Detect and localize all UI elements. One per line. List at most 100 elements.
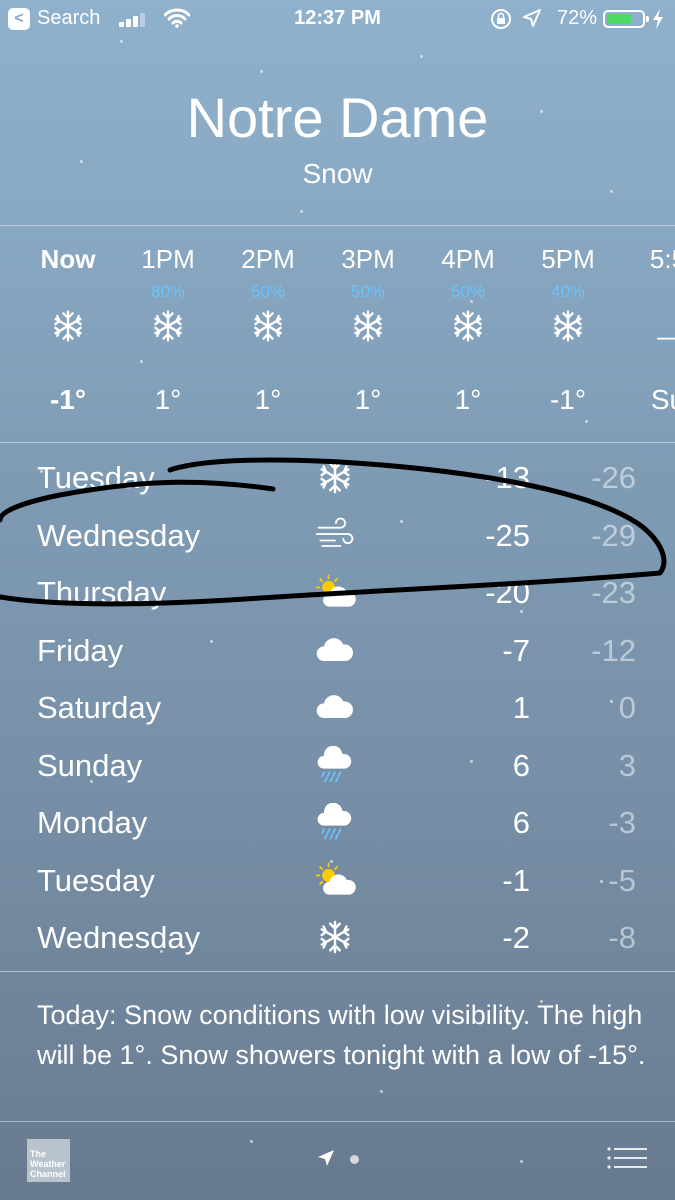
precip-chance: 50% [250, 282, 286, 301]
daily-row: Thursday -20 -23 [0, 565, 675, 623]
high-temperature: 1 [512, 690, 530, 725]
low-temperature: -5 [608, 862, 636, 898]
snow-speck [470, 760, 473, 763]
partly-sunny-icon [313, 573, 361, 615]
snow-speck [520, 1160, 523, 1163]
hour-column: 1PM 80% 1° [118, 226, 218, 442]
daily-row: Tuesday -1 -5 [0, 853, 675, 911]
snowflake-icon [218, 308, 318, 348]
high-temperature: -20 [485, 575, 530, 610]
hour-temperature: 1° [254, 384, 282, 415]
daily-divider [0, 971, 675, 972]
snow-speck [610, 700, 613, 703]
hour-time: 2PM [241, 244, 295, 274]
partly-sunny-icon [313, 861, 361, 903]
snow-speck [420, 55, 423, 58]
daily-row: Tuesday -13 -26 [0, 450, 675, 508]
snow-speck [520, 610, 523, 613]
wind-icon [313, 516, 361, 558]
orientation-lock-icon [491, 9, 511, 29]
high-temperature: -13 [485, 460, 530, 495]
hour-column: Now -1° [18, 226, 118, 442]
low-temperature: 0 [618, 690, 636, 725]
hour-time: 5:5 [649, 244, 675, 274]
snow-speck [300, 210, 303, 213]
hour-column: 4PM 50% 1° [418, 226, 518, 442]
status-bar: < Search 12:37 PM 72% [0, 0, 675, 38]
snow-speck [540, 1000, 543, 1003]
cloud-icon [313, 688, 361, 730]
snow-speck [330, 860, 333, 863]
precip-chance: 40% [550, 282, 586, 301]
day-name: Thursday [37, 575, 167, 610]
sunset-icon [618, 308, 675, 348]
hour-time: 4PM [441, 244, 495, 274]
battery-icon [603, 10, 649, 28]
day-name: Saturday [37, 690, 162, 725]
charging-bolt-icon [653, 9, 663, 29]
hourly-divider [0, 442, 675, 443]
hour-time: 5PM [541, 244, 595, 274]
day-name: Tuesday [37, 460, 155, 495]
snow-speck [470, 300, 473, 303]
hour-time: 3PM [341, 244, 395, 274]
daily-row: Wednesday -2 -8 [0, 910, 675, 968]
snowflake-icon [18, 308, 118, 348]
day-name: Sunday [37, 747, 143, 783]
city-name: Notre Dame [186, 86, 489, 149]
daily-row: Sunday 6 3 [0, 738, 675, 796]
day-name: Wednesday [37, 920, 201, 955]
day-name: Wednesday [37, 517, 201, 553]
snow-speck [140, 360, 143, 363]
hour-temperature: -1° [549, 384, 587, 415]
daily-row: Friday -7 -12 [0, 623, 675, 681]
snow-speck [610, 190, 613, 193]
high-temperature: 6 [512, 805, 530, 840]
snowflake-icon [118, 308, 218, 348]
snowflake-icon [313, 918, 361, 960]
high-temperature: -25 [485, 517, 530, 553]
hour-time: Now [40, 244, 96, 274]
snow-speck [585, 420, 588, 423]
snow-speck [540, 110, 543, 113]
page-indicator-dot[interactable] [350, 1155, 359, 1164]
current-location-page-icon[interactable] [316, 1148, 336, 1168]
hour-time: 1PM [141, 244, 195, 274]
hour-column: 5PM 40% -1° [518, 226, 618, 442]
day-name: Tuesday [37, 862, 155, 898]
low-temperature: -29 [591, 517, 636, 553]
hourly-forecast[interactable]: Now -1° 1PM 80% 1° 2PM 50% 1° 3PM 50% 1° 4PM 50% 1° 5P… [0, 226, 675, 442]
low-temperature: -3 [608, 805, 636, 840]
snow-speck [90, 780, 93, 783]
daily-forecast: Tuesday -13 -26 Wednesday -25 -29 Thursday -20-… [0, 450, 675, 968]
low-temperature: -26 [591, 460, 636, 495]
high-temperature: -2 [502, 920, 530, 955]
snow-speck [160, 950, 163, 953]
low-temperature: -12 [591, 632, 636, 668]
weather-channel-logo[interactable]: The Weather Channel [27, 1139, 70, 1182]
daily-row: Monday 6 -3 [0, 795, 675, 853]
snowflake-icon [313, 458, 361, 500]
high-temperature: -1 [502, 862, 530, 898]
precip-chance: 50% [450, 282, 486, 301]
snow-speck [210, 640, 213, 643]
hour-column: 2PM 50% 1° [218, 226, 318, 442]
city-list-icon[interactable] [606, 1146, 648, 1172]
rain-cloud-icon [313, 802, 361, 845]
low-temperature: 3 [618, 747, 636, 783]
day-name: Friday [37, 632, 124, 668]
daily-row: Wednesday -25 -29 [0, 508, 675, 566]
day-name: Monday [37, 805, 148, 840]
hour-temperature: Su [650, 384, 675, 415]
current-condition: Snow [302, 158, 373, 189]
location-services-icon [523, 9, 541, 27]
snow-speck [600, 880, 603, 883]
hour-column: 5:5 Su [618, 226, 675, 442]
hour-temperature: 1° [354, 384, 382, 415]
snowflake-icon [518, 308, 618, 348]
precip-chance: 50% [350, 282, 386, 301]
snow-speck [40, 470, 43, 473]
hour-temperature: 1° [154, 384, 182, 415]
snow-speck [120, 40, 123, 43]
precip-chance: 80% [150, 282, 186, 301]
